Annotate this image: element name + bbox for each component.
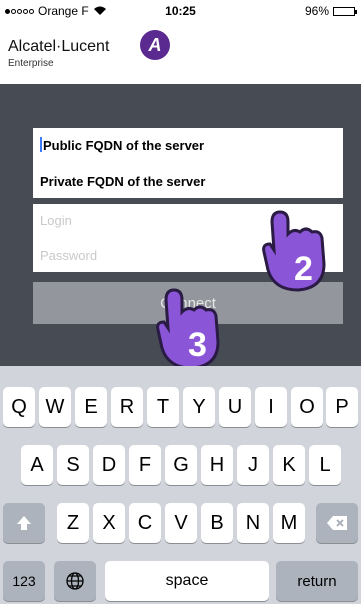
delete-key[interactable] <box>316 503 358 543</box>
key-m[interactable]: M <box>273 503 305 543</box>
step-three-number: 3 <box>188 326 207 364</box>
key-x[interactable]: X <box>93 503 125 543</box>
password-input[interactable]: Password <box>40 248 97 263</box>
key-n[interactable]: N <box>237 503 269 543</box>
key-w[interactable]: W <box>39 387 71 427</box>
text-cursor <box>40 137 42 152</box>
key-f[interactable]: F <box>129 445 161 485</box>
key-y[interactable]: Y <box>183 387 215 427</box>
key-a[interactable]: A <box>21 445 53 485</box>
shift-icon <box>17 516 31 530</box>
ios-keyboard: Q W E R T Y U I O P A S D F G H J K L Z … <box>0 366 361 604</box>
key-k[interactable]: K <box>273 445 305 485</box>
key-s[interactable]: S <box>57 445 89 485</box>
key-j[interactable]: J <box>237 445 269 485</box>
key-q[interactable]: Q <box>3 387 35 427</box>
battery-icon <box>333 6 357 16</box>
key-p[interactable]: P <box>326 387 358 427</box>
key-h[interactable]: H <box>201 445 233 485</box>
status-bar: Orange F 10:25 96% <box>0 0 361 20</box>
globe-icon <box>66 572 84 590</box>
space-key[interactable]: space <box>105 561 269 601</box>
app-header: Alcatel·Lucent Enterprise A <box>0 20 361 84</box>
shift-key[interactable] <box>3 503 45 543</box>
key-v[interactable]: V <box>165 503 197 543</box>
numbers-key[interactable]: 123 <box>3 561 45 601</box>
delete-icon <box>327 516 347 530</box>
key-b[interactable]: B <box>201 503 233 543</box>
key-g[interactable]: G <box>165 445 197 485</box>
brand-logo-icon: A <box>140 30 170 60</box>
private-fqdn-label: Private FQDN of the server <box>40 174 206 189</box>
step-two-number: 2 <box>294 250 313 288</box>
key-e[interactable]: E <box>75 387 107 427</box>
public-fqdn-label: Public FQDN of the server <box>43 138 205 153</box>
key-d[interactable]: D <box>93 445 125 485</box>
key-c[interactable]: C <box>129 503 161 543</box>
key-u[interactable]: U <box>219 387 251 427</box>
key-o[interactable]: O <box>291 387 323 427</box>
server-fields: Public FQDN of the server Private FQDN o… <box>33 128 343 198</box>
return-key[interactable]: return <box>276 561 358 601</box>
key-r[interactable]: R <box>111 387 143 427</box>
key-t[interactable]: T <box>147 387 179 427</box>
private-fqdn-field[interactable]: Private FQDN of the server <box>40 174 205 189</box>
brand-name: Alcatel·Lucent <box>8 38 110 55</box>
key-i[interactable]: I <box>255 387 287 427</box>
brand-subtitle: Enterprise <box>8 58 54 69</box>
battery-status: 96% <box>304 4 357 18</box>
login-input[interactable]: Login <box>40 213 72 228</box>
key-l[interactable]: L <box>309 445 341 485</box>
key-z[interactable]: Z <box>57 503 89 543</box>
battery-percent: 96% <box>304 4 329 18</box>
public-fqdn-field[interactable]: Public FQDN of the server <box>40 137 204 153</box>
globe-key[interactable] <box>54 561 96 601</box>
tap-hint-hand-icon: 3 <box>152 282 228 372</box>
tap-hint-hand-icon: 2 <box>258 204 334 294</box>
